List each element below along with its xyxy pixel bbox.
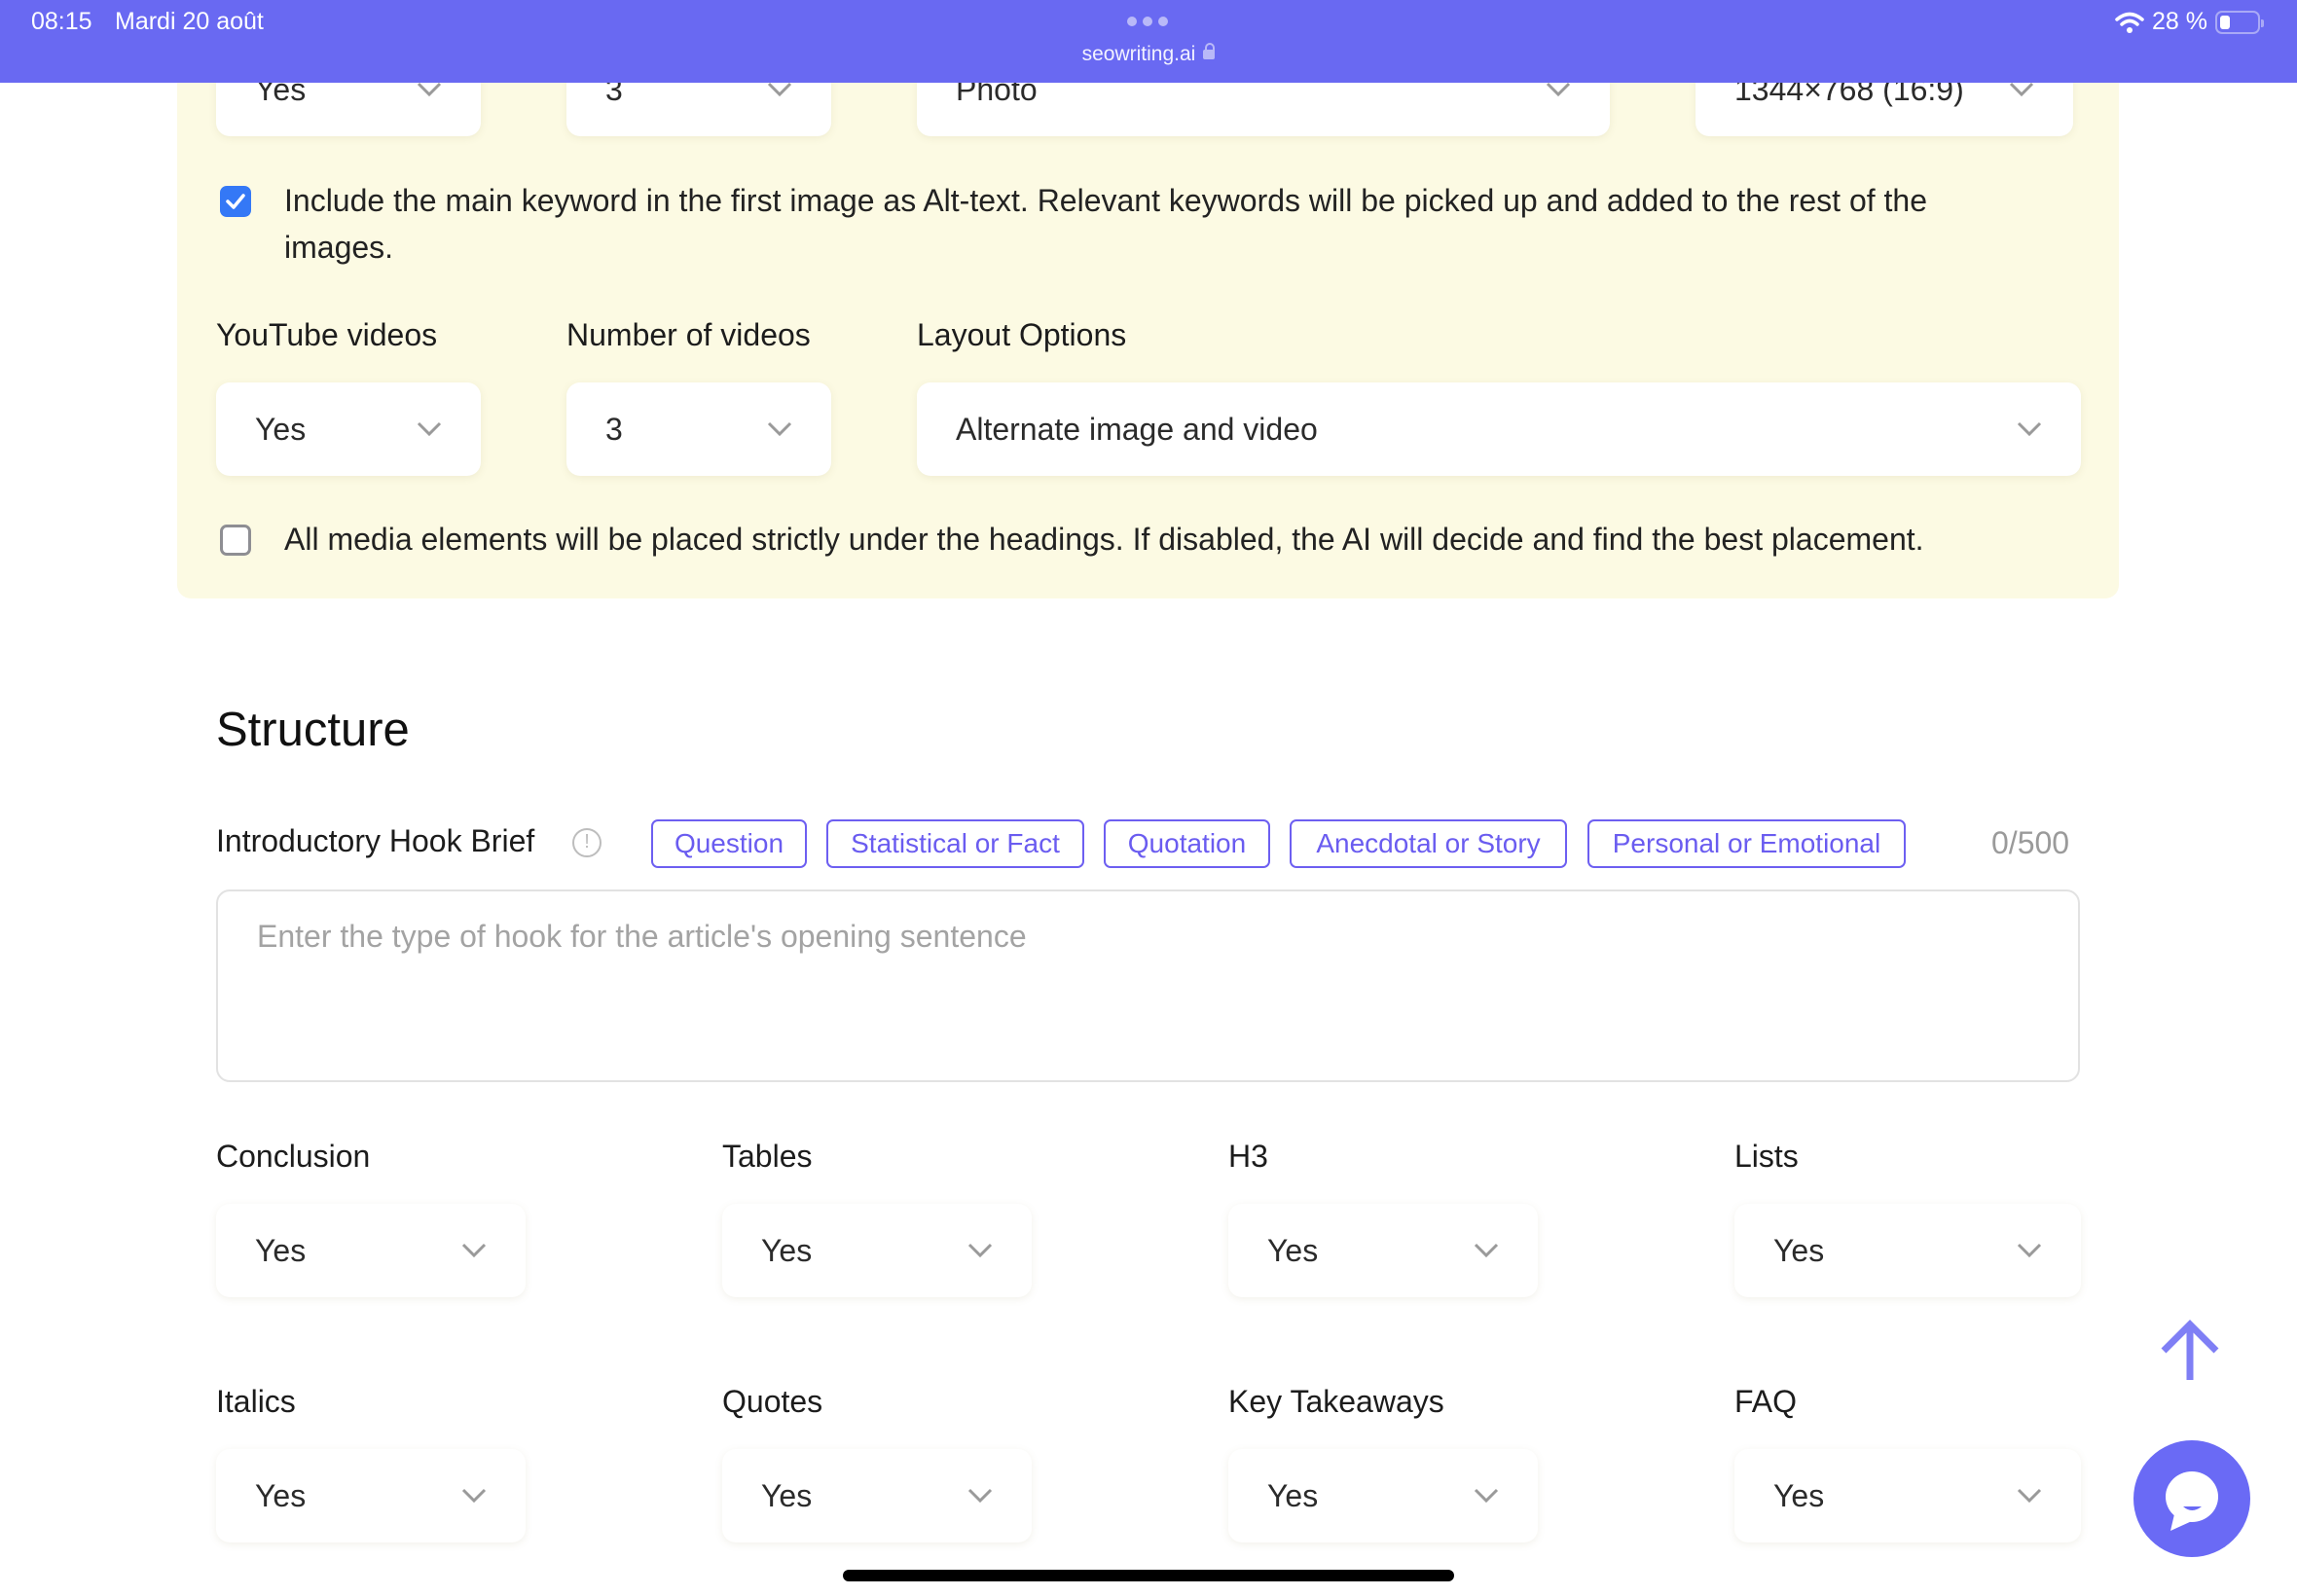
lock-icon: [1203, 43, 1216, 60]
chat-support-button[interactable]: [2133, 1440, 2250, 1557]
media-placement-label: All media elements will be placed strict…: [284, 522, 1924, 557]
checkmark-icon: [226, 194, 245, 209]
chevron-down-icon: [767, 421, 792, 437]
chevron-down-icon: [461, 1488, 487, 1504]
youtube-videos-select[interactable]: Yes: [216, 382, 481, 476]
alt-text-line2: images.: [284, 230, 394, 265]
key-takeaways-select[interactable]: Yes: [1228, 1449, 1538, 1542]
select-value: Yes: [761, 1477, 813, 1513]
home-indicator[interactable]: [843, 1570, 1454, 1581]
select-value: Yes: [255, 411, 307, 447]
h3-label: H3: [1228, 1139, 1268, 1174]
faq-label: FAQ: [1734, 1384, 1798, 1419]
url-text: seowriting.ai: [1081, 43, 1196, 65]
hook-chip-personal[interactable]: Personal or Emotional: [1587, 819, 1906, 868]
select-value: Yes: [1773, 1232, 1825, 1268]
status-date: Mardi 20 août: [115, 8, 264, 35]
hook-brief-placeholder: Enter the type of hook for the article's…: [257, 919, 1027, 954]
lists-label: Lists: [1734, 1139, 1799, 1174]
tables-label: Tables: [722, 1139, 813, 1174]
chevron-down-icon: [1474, 1243, 1499, 1258]
number-of-videos-select[interactable]: 3: [566, 382, 831, 476]
chevron-down-icon: [2017, 1243, 2042, 1258]
select-value: Yes: [1267, 1232, 1319, 1268]
hook-chip-anecdotal[interactable]: Anecdotal or Story: [1290, 819, 1567, 868]
address-bar[interactable]: seowriting.ai: [0, 43, 2297, 66]
status-bar: 08:15 Mardi 20 août seowriting.ai 28 %: [0, 0, 2297, 83]
alt-text-checkbox[interactable]: [220, 186, 251, 217]
hook-chip-statistical[interactable]: Statistical or Fact: [826, 819, 1084, 868]
select-value: Yes: [1267, 1477, 1319, 1513]
layout-options-label: Layout Options: [917, 317, 1127, 352]
info-icon[interactable]: !: [572, 828, 602, 857]
multitasking-dots-icon[interactable]: [1127, 17, 1168, 26]
scroll-to-top-arrow-icon[interactable]: [2156, 1314, 2224, 1382]
chevron-down-icon: [2009, 82, 2034, 97]
select-value: Yes: [1773, 1477, 1825, 1513]
key-takeaways-label: Key Takeaways: [1228, 1384, 1444, 1419]
chevron-down-icon: [417, 82, 442, 97]
battery-icon: [2215, 10, 2264, 34]
select-value: Alternate image and video: [956, 411, 1318, 447]
chevron-down-icon: [1546, 82, 1571, 97]
conclusion-select[interactable]: Yes: [216, 1204, 526, 1297]
italics-label: Italics: [216, 1384, 296, 1419]
chevron-down-icon: [1474, 1488, 1499, 1504]
italics-select[interactable]: Yes: [216, 1449, 526, 1542]
youtube-videos-label: YouTube videos: [216, 317, 438, 352]
hook-brief-label: Introductory Hook Brief: [216, 823, 535, 858]
chevron-down-icon: [767, 82, 792, 97]
quotes-select[interactable]: Yes: [722, 1449, 1032, 1542]
conclusion-label: Conclusion: [216, 1139, 371, 1174]
layout-options-select[interactable]: Alternate image and video: [917, 382, 2081, 476]
structure-heading: Structure: [216, 704, 410, 756]
chevron-down-icon: [461, 1243, 487, 1258]
lists-select[interactable]: Yes: [1734, 1204, 2081, 1297]
alt-text-checkbox-label: Include the main keyword in the first im…: [284, 177, 2095, 271]
alt-text-line1: Include the main keyword in the first im…: [284, 183, 1928, 218]
chevron-down-icon: [2017, 421, 2042, 437]
chat-bubble-icon: [2166, 1471, 2218, 1531]
battery-percent: 28 %: [2152, 8, 2207, 35]
select-value: Yes: [761, 1232, 813, 1268]
select-value: 3: [605, 411, 623, 447]
hook-char-counter: 0/500: [1991, 825, 2070, 860]
select-value: Yes: [255, 1477, 307, 1513]
quotes-label: Quotes: [722, 1384, 823, 1419]
tables-select[interactable]: Yes: [722, 1204, 1032, 1297]
select-value: Yes: [255, 1232, 307, 1268]
chevron-down-icon: [417, 421, 442, 437]
hook-chip-question[interactable]: Question: [651, 819, 807, 868]
chevron-down-icon: [967, 1488, 993, 1504]
hook-chip-quotation[interactable]: Quotation: [1104, 819, 1270, 868]
h3-select[interactable]: Yes: [1228, 1204, 1538, 1297]
faq-select[interactable]: Yes: [1734, 1449, 2081, 1542]
number-of-videos-label: Number of videos: [566, 317, 811, 352]
wifi-icon: [2115, 12, 2144, 33]
hook-brief-textarea[interactable]: Enter the type of hook for the article's…: [216, 889, 2080, 1082]
chevron-down-icon: [967, 1243, 993, 1258]
media-placement-checkbox[interactable]: [220, 525, 251, 556]
status-time: 08:15: [31, 8, 92, 35]
chevron-down-icon: [2017, 1488, 2042, 1504]
